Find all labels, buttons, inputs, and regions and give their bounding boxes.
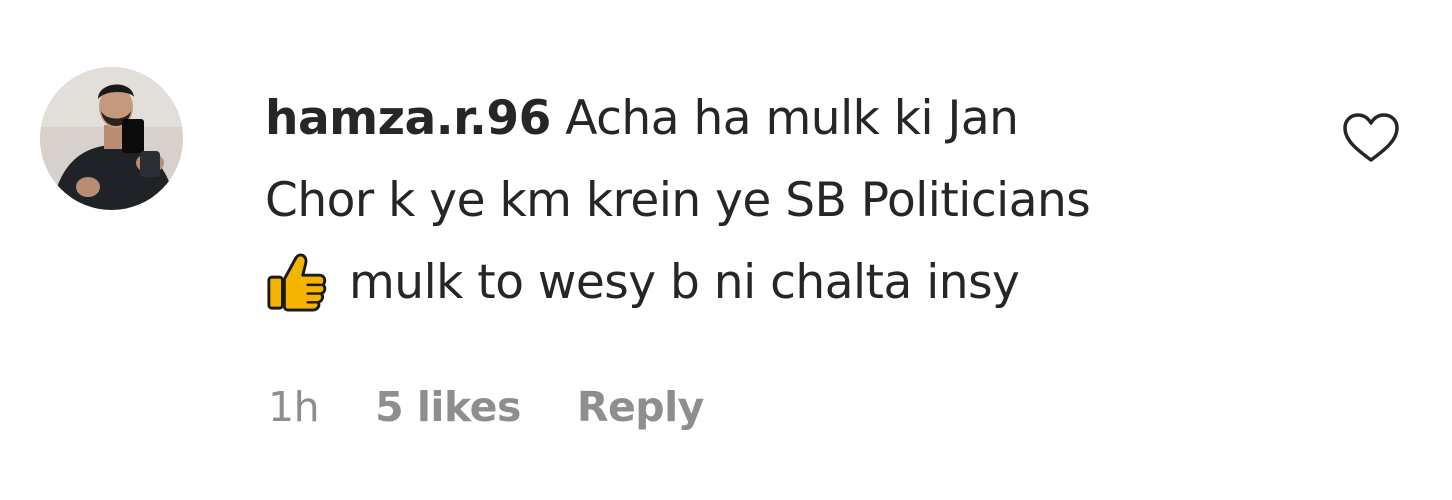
comment-line-1: Acha ha mulk ki Jan [565, 91, 1019, 146]
likes-count[interactable]: 5 likes [375, 383, 521, 431]
comment-line-3: mulk to wesy b ni chalta insy [349, 255, 1020, 310]
comment: hamza.r.96 Acha ha mulk ki Jan Chor k ye… [0, 0, 1452, 500]
comment-meta: 1h 5 likes Reply [268, 383, 704, 431]
thumbs-up-icon [265, 250, 327, 312]
comment-line-2: Chor k ye km krein ye SB Politicians [265, 173, 1091, 228]
heart-outline-icon[interactable] [1342, 112, 1400, 164]
username-link[interactable]: hamza.r.96 [265, 91, 551, 146]
avatar[interactable] [40, 67, 183, 210]
comment-text: hamza.r.96 Acha ha mulk ki Jan Chor k ye… [265, 78, 1275, 324]
avatar-photo [40, 67, 183, 210]
comment-timestamp[interactable]: 1h [268, 383, 320, 431]
comment-body: hamza.r.96 Acha ha mulk ki Jan Chor k ye… [265, 78, 1275, 324]
reply-button[interactable]: Reply [577, 383, 705, 431]
